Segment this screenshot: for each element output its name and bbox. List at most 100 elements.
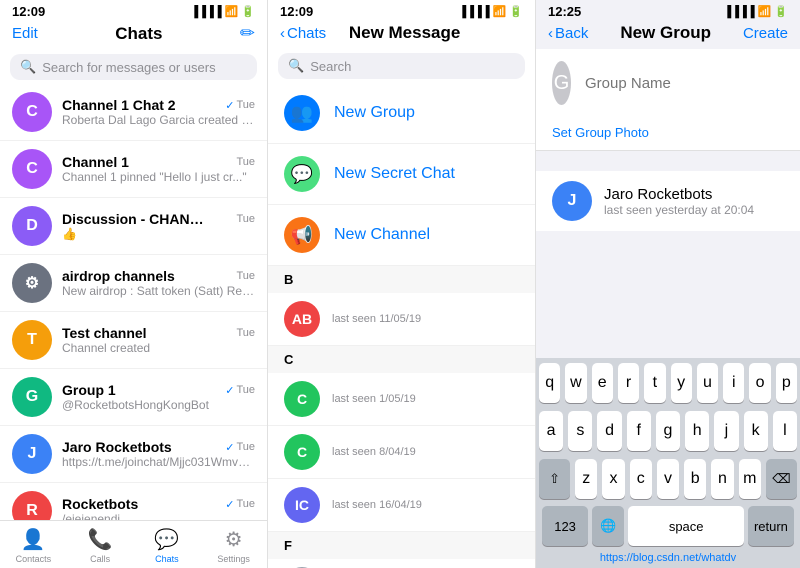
new-message-nav-bar: ‹ Chats New Message	[268, 21, 535, 49]
status-icons-2: ▐▐▐▐ 📶 🔋	[458, 5, 523, 18]
key-y[interactable]: y	[671, 363, 692, 403]
back-button-2[interactable]: ‹ Chats	[280, 25, 326, 42]
key-u[interactable]: u	[697, 363, 718, 403]
key-s[interactable]: s	[568, 411, 592, 451]
checkmark-icon: ✓	[225, 498, 234, 511]
chat-item-c5[interactable]: T Test channel Tue Channel created	[0, 312, 267, 369]
set-group-photo-link[interactable]: Set Group Photo	[536, 117, 800, 151]
key-d[interactable]: d	[597, 411, 621, 451]
chat-item-c8[interactable]: R Rocketbots ✓ Tue /ejejenendj	[0, 483, 267, 520]
status-icons-1: ▐▐▐▐ 📶 🔋	[190, 5, 255, 18]
return-key[interactable]: return	[748, 506, 794, 546]
keyboard-row-1: asdfghjkl	[536, 406, 800, 454]
key-z[interactable]: z	[575, 459, 597, 499]
key-x[interactable]: x	[602, 459, 624, 499]
chat-time-c2: Tue	[236, 156, 255, 168]
action-new-channel[interactable]: 📢 New Channel	[268, 205, 535, 266]
edit-button[interactable]: Edit	[12, 25, 38, 42]
new-group-panel: 12:25 ▐▐▐▐ 📶 🔋 ‹ Back New Group Create G…	[536, 0, 800, 568]
key-n[interactable]: n	[711, 459, 733, 499]
new-group-title: New Group	[620, 23, 711, 43]
chat-preview-c8: /ejejenendj	[62, 512, 255, 520]
key-j[interactable]: j	[714, 411, 738, 451]
compose-icon[interactable]: ✏	[240, 23, 255, 44]
chat-preview-c7: https://t.me/joinchat/Mjjc031WmvVFRmNkfM…	[62, 455, 255, 469]
chat-name-c6: Group 1	[62, 382, 116, 398]
back-label-3: Back	[555, 25, 588, 42]
action-new-group[interactable]: 👥 New Group	[268, 83, 535, 144]
chat-time-c1: ✓ Tue	[225, 99, 255, 112]
key-k[interactable]: k	[744, 411, 768, 451]
shift-key[interactable]: ⇧	[539, 459, 570, 499]
tab-contacts[interactable]: 👤 Contacts	[0, 527, 67, 564]
tab-label-calls: Calls	[90, 554, 110, 564]
key-w[interactable]: w	[565, 363, 586, 403]
key-g[interactable]: g	[656, 411, 680, 451]
key-e[interactable]: e	[592, 363, 613, 403]
key-l[interactable]: l	[773, 411, 797, 451]
key-t[interactable]: t	[644, 363, 665, 403]
contact-item-b1[interactable]: AB last seen 11/05/19	[268, 293, 535, 346]
key-p[interactable]: p	[776, 363, 797, 403]
avatar-c3: D	[12, 206, 52, 246]
chat-item-c6[interactable]: G Group 1 ✓ Tue @RocketbotsHongKongBot	[0, 369, 267, 426]
key-r[interactable]: r	[618, 363, 639, 403]
action-icon-new-group: 👥	[284, 95, 320, 131]
create-button[interactable]: Create	[743, 25, 788, 42]
delete-key[interactable]: ⌫	[766, 459, 797, 499]
avatar-c2: C	[12, 149, 52, 189]
globe-key[interactable]: 🌐	[592, 506, 624, 546]
key-a[interactable]: a	[539, 411, 563, 451]
chat-list: C Channel 1 Chat 2 ✓ Tue Roberta Dal Lag…	[0, 84, 267, 520]
chat-name-c1: Channel 1 Chat 2	[62, 97, 176, 113]
key-b[interactable]: b	[684, 459, 706, 499]
space-key[interactable]: space	[628, 506, 743, 546]
member-item-m1[interactable]: J Jaro Rocketbots last seen yesterday at…	[536, 171, 800, 231]
chat-item-c4[interactable]: ⚙ airdrop channels Tue New airdrop : Sat…	[0, 255, 267, 312]
key-v[interactable]: v	[657, 459, 679, 499]
key-o[interactable]: o	[749, 363, 770, 403]
action-new-secret[interactable]: 💬 New Secret Chat	[268, 144, 535, 205]
key-h[interactable]: h	[685, 411, 709, 451]
chat-preview-c5: Channel created	[62, 341, 255, 355]
contact-item-c2[interactable]: C last seen 8/04/19	[268, 426, 535, 479]
tab-icon-chats: 💬	[154, 527, 179, 552]
avatar-c5: T	[12, 320, 52, 360]
chat-item-c1[interactable]: C Channel 1 Chat 2 ✓ Tue Roberta Dal Lag…	[0, 84, 267, 141]
key-c[interactable]: c	[630, 459, 652, 499]
back-button-3[interactable]: ‹ Back	[548, 25, 588, 42]
contact-item-f1[interactable]: F last seen 22/02/19	[268, 559, 535, 568]
new-message-actions: 👥 New Group 💬 New Secret Chat 📢 New Chan…	[268, 83, 535, 266]
time-1: 12:09	[12, 4, 45, 19]
tab-chats[interactable]: 💬 Chats	[134, 527, 201, 564]
chat-content-c3: Discussion - CHANNEL 1 Tue 👍	[62, 211, 255, 241]
num-key[interactable]: 123	[542, 506, 588, 546]
chats-search-bar[interactable]: 🔍 Search for messages or users	[10, 54, 257, 80]
tab-settings[interactable]: ⚙ Settings	[200, 527, 267, 564]
search-icon-2: 🔍	[288, 58, 304, 74]
chat-item-c3[interactable]: D Discussion - CHANNEL 1 Tue 👍	[0, 198, 267, 255]
key-f[interactable]: f	[627, 411, 651, 451]
group-name-section: G	[536, 49, 800, 117]
chat-content-c7: Jaro Rocketbots ✓ Tue https://t.me/joinc…	[62, 439, 255, 469]
tab-calls[interactable]: 📞 Calls	[67, 527, 134, 564]
group-name-input[interactable]	[585, 75, 784, 92]
key-i[interactable]: i	[723, 363, 744, 403]
new-message-search[interactable]: 🔍 Search	[278, 53, 525, 79]
time-2: 12:09	[280, 4, 313, 19]
contact-info-b1: last seen 11/05/19	[332, 313, 519, 325]
chat-item-c2[interactable]: C Channel 1 Tue Channel 1 pinned "Hello …	[0, 141, 267, 198]
contact-item-c1[interactable]: C last seen 1/05/19	[268, 373, 535, 426]
key-m[interactable]: m	[739, 459, 761, 499]
url-bar: https://blog.csdn.net/whatdv	[536, 550, 800, 568]
member-avatar-m1: J	[552, 181, 592, 221]
contact-avatar-c3: IC	[284, 487, 320, 523]
key-q[interactable]: q	[539, 363, 560, 403]
chat-item-c7[interactable]: J Jaro Rocketbots ✓ Tue https://t.me/joi…	[0, 426, 267, 483]
group-avatar[interactable]: G	[552, 61, 571, 105]
contact-item-c3[interactable]: IC last seen 16/04/19	[268, 479, 535, 532]
action-label-new-group: New Group	[334, 104, 415, 122]
tab-icon-contacts: 👤	[21, 527, 46, 552]
back-label-2: Chats	[287, 25, 326, 42]
tab-label-settings: Settings	[217, 554, 250, 564]
